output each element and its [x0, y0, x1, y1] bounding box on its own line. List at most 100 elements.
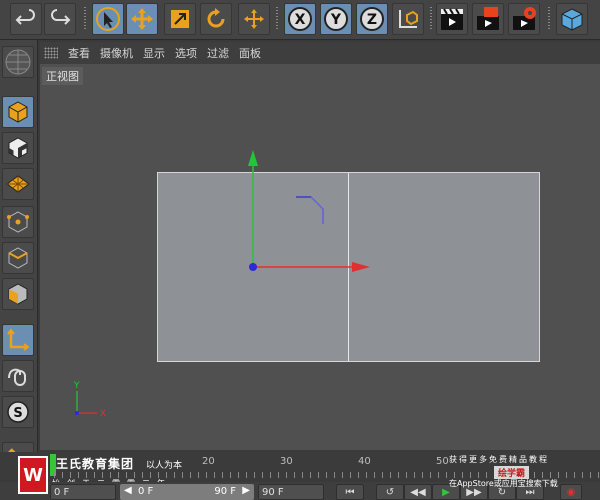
current-frame-field[interactable]: 0 F [50, 484, 116, 500]
x-arrow-icon[interactable] [352, 262, 370, 272]
y-arrow-icon[interactable] [248, 150, 258, 166]
transform-tool-button[interactable] [238, 3, 270, 35]
axis-y-lock-button[interactable]: Y [320, 3, 352, 35]
svg-text:S: S [13, 406, 22, 421]
scale-icon [171, 10, 189, 28]
sphere-grid-icon [5, 49, 31, 75]
edges-mode-button[interactable] [2, 242, 34, 274]
svg-text:X: X [295, 12, 306, 28]
clapper-render-icon [441, 8, 463, 30]
snap-s-icon: S [7, 401, 29, 423]
viewport-menubar: 查看 摄像机 显示 选项 过滤 面板 [40, 42, 600, 64]
toolbar-separator [274, 3, 280, 35]
enable-axis-button[interactable] [2, 324, 34, 356]
timeline-tick-20: 20 [202, 456, 215, 467]
menu-options[interactable]: 选项 [175, 45, 197, 61]
viewport-front[interactable]: 正视图 Y X [40, 64, 600, 450]
go-to-start-button[interactable]: ⏮ [336, 484, 364, 500]
previous-key-button[interactable]: ↺ [376, 484, 404, 500]
main-toolbar: X Y Z [0, 0, 600, 40]
axis-z-icon: Z [360, 7, 384, 31]
range-right-arrow-icon[interactable]: ▶ [242, 485, 250, 496]
skip-start-icon: ⏮ [345, 486, 355, 498]
timeline-tick-30: 30 [280, 456, 293, 467]
axis-x-lock-button[interactable]: X [284, 3, 316, 35]
toolbar-separator [428, 3, 434, 35]
checker-cube-icon [8, 137, 28, 159]
redo-icon [51, 9, 71, 25]
workplane-mode-button[interactable] [2, 168, 34, 200]
watermark-promo-line: 获得更多免费精品教程 [449, 455, 549, 464]
record-keys-button[interactable]: ◉ [560, 484, 582, 500]
world-x-label: X [100, 409, 106, 419]
plus-move-icon [244, 9, 264, 29]
model-cube-icon [8, 101, 28, 123]
left-toolbar: S [0, 40, 38, 474]
previous-key-icon: ↺ [385, 486, 395, 498]
range-left-arrow-icon[interactable]: ◀ [124, 485, 132, 496]
watermark-brand: 王氏教育集团 [56, 457, 135, 471]
cube-icon [561, 8, 583, 31]
select-tool-button[interactable] [92, 3, 124, 35]
end-frame-field[interactable]: 90 F [258, 484, 324, 500]
range-end-value: 90 F [214, 486, 236, 497]
points-mode-button[interactable] [2, 206, 34, 238]
menu-view[interactable]: 查看 [68, 45, 90, 61]
mouse-tweak-icon [8, 368, 26, 386]
watermark-download-line: 在AppStore或应用宝搜索下载 [449, 479, 558, 488]
menu-filter[interactable]: 过滤 [207, 45, 229, 61]
polygons-cube-icon [8, 283, 28, 305]
timeline-tick-40: 40 [358, 456, 371, 467]
render-view-button[interactable] [436, 3, 468, 35]
menu-display[interactable]: 显示 [143, 45, 165, 61]
grid-plane-icon [6, 175, 30, 193]
menu-panel[interactable]: 面板 [239, 45, 261, 61]
previous-frame-button[interactable]: ◀◀ [404, 484, 432, 500]
clapper-viewer-icon [477, 7, 499, 30]
timeline-tick-50: 50 [436, 456, 449, 467]
coordinate-system-button[interactable] [392, 3, 424, 35]
toolbar-separator [546, 3, 552, 35]
clapper-settings-icon [513, 7, 536, 30]
scale-tool-button[interactable] [164, 3, 196, 35]
snapping-button[interactable]: S [2, 396, 34, 428]
tweak-mode-button[interactable] [2, 360, 34, 392]
range-start-value: 0 F [138, 486, 154, 497]
toolbar-separator [82, 3, 88, 35]
render-picture-viewer-button[interactable] [472, 3, 504, 35]
rotate-icon [207, 8, 225, 28]
object-gizmo: Y X [73, 150, 370, 419]
origin-point[interactable] [249, 263, 257, 271]
texture-mode-button[interactable] [2, 132, 34, 164]
undo-button[interactable] [10, 3, 42, 35]
rotate-tool-button[interactable] [200, 3, 232, 35]
watermark-tagline: 以人为本 [146, 461, 183, 471]
points-cube-icon [7, 211, 29, 233]
world-origin [75, 411, 79, 415]
coordinate-system-icon [399, 10, 418, 28]
drag-grip-icon[interactable] [44, 47, 58, 59]
record-icon: ◉ [566, 486, 576, 498]
polygons-mode-button[interactable] [2, 278, 34, 310]
cube-object-button[interactable] [556, 3, 588, 35]
step-back-icon: ◀◀ [410, 486, 426, 498]
redo-button[interactable] [44, 3, 76, 35]
render-settings-button[interactable] [508, 3, 540, 35]
svg-text:Z: Z [367, 12, 377, 28]
preview-range-slider[interactable]: ◀ 0 F 90 F ▶ [120, 484, 254, 500]
axis-y-icon: Y [324, 7, 348, 31]
axis-l-icon [7, 328, 30, 351]
plane-handle-icon[interactable] [296, 196, 324, 224]
axis-x-icon: X [288, 7, 312, 31]
undo-icon [15, 9, 35, 25]
move-tool-button[interactable] [126, 3, 158, 35]
axis-z-lock-button[interactable]: Z [356, 3, 388, 35]
svg-text:Y: Y [330, 12, 342, 28]
model-mode-button[interactable] [2, 96, 34, 128]
cinema4d-window: X Y Z S 查看 摄像机 显示 选项 过滤 面板 正视图 Y X 20 30… [0, 0, 600, 500]
menu-camera[interactable]: 摄像机 [100, 45, 133, 61]
world-y-label: Y [73, 381, 80, 391]
make-editable-button[interactable] [2, 46, 34, 78]
edges-cube-icon [8, 247, 28, 269]
move-arrows-icon [131, 8, 153, 30]
